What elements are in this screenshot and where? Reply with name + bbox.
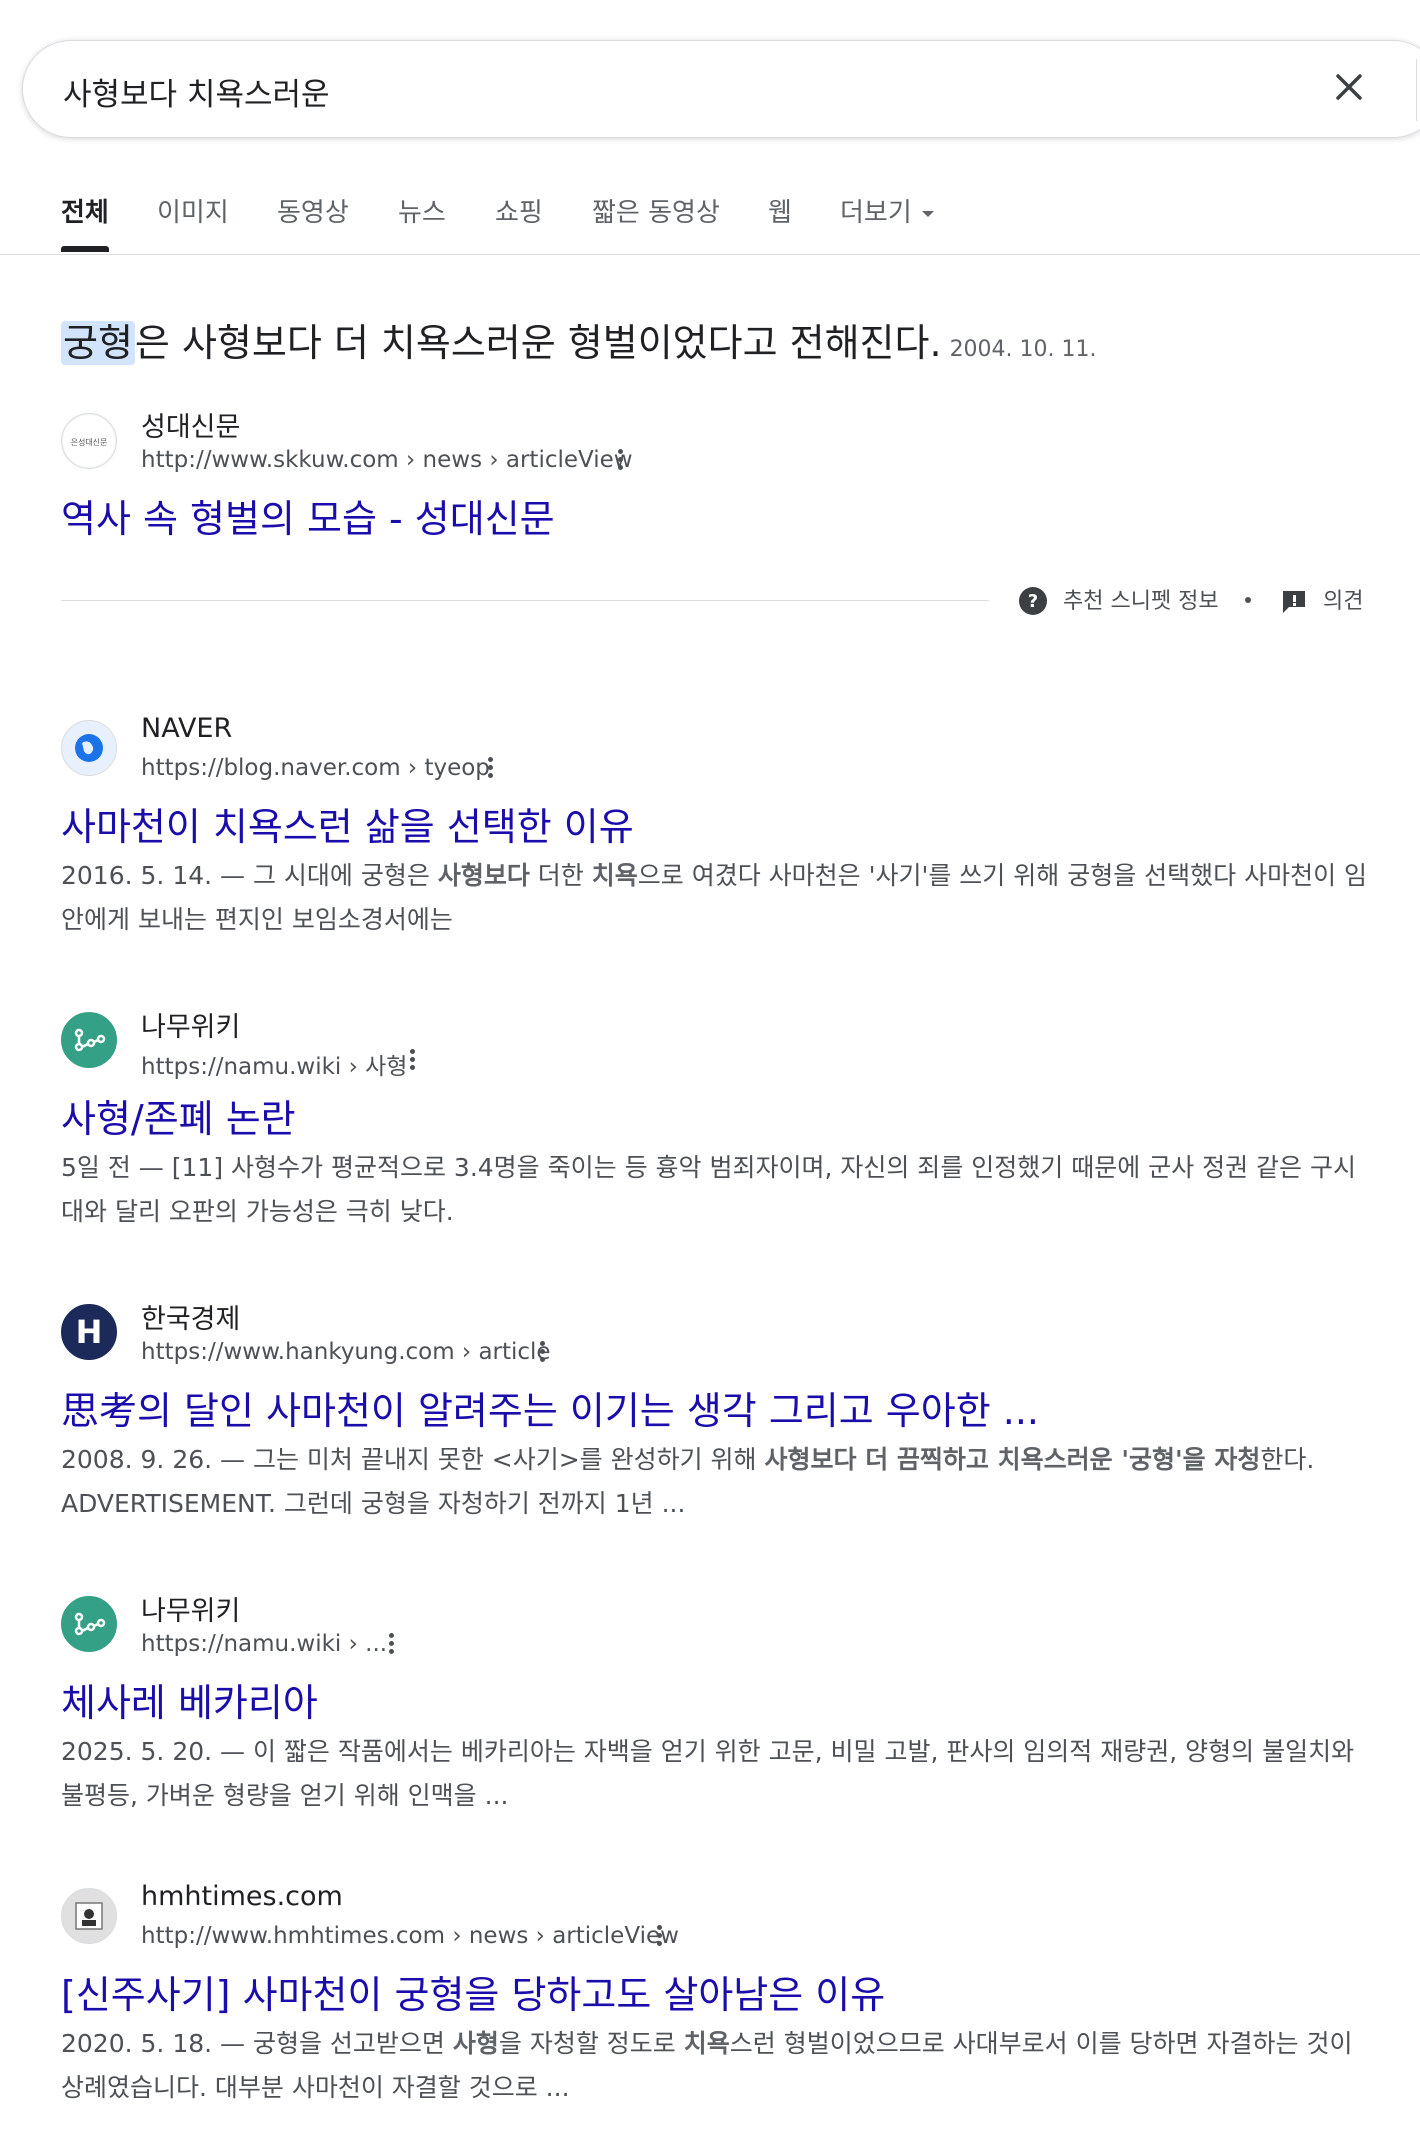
tab-images[interactable]: 이미지	[157, 192, 229, 229]
featured-snippet-answer: 궁형은 사형보다 더 치욕스러운 형벌이었다고 전해진다. 2004. 10. 1…	[61, 312, 1097, 367]
caret-down-icon	[921, 210, 934, 217]
result-date: 2025. 5. 20.	[61, 1737, 213, 1766]
featured-url[interactable]: http://www.skkuw.com › news › articleVie…	[141, 447, 633, 473]
tab-all[interactable]: 전체	[61, 192, 109, 229]
result-2-site-name: 나무위키	[141, 1012, 241, 1043]
favicon-text: 은성대신문	[71, 438, 108, 447]
featured-site-name: 성대신문	[141, 412, 241, 443]
namuwiki-logo-icon	[74, 1028, 106, 1052]
result-3-site-name: 한국경제	[141, 1304, 241, 1335]
result-2-description: 5일 전 — [11] 사형수가 평균적으로 3.4명을 죽이는 등 흉악 범죄…	[61, 1153, 1356, 1226]
feedback-icon[interactable]	[1279, 587, 1309, 617]
result-4-description: 2025. 5. 20. — 이 짧은 작품에서는 베카리아는 자백을 얻기 위…	[61, 1737, 1355, 1810]
snippet-footer: ? 추천 스니펫 정보 의견	[61, 581, 1363, 621]
more-options-icon[interactable]	[612, 446, 628, 476]
footer-divider	[61, 600, 989, 601]
result-2-url[interactable]: https://namu.wiki › 사형	[141, 1047, 407, 1081]
result-1-description: 2016. 5. 14. — 그 시대에 궁형은 사형보다 더한 치욕으로 여겼…	[61, 861, 1368, 934]
result-date: 2016. 5. 14.	[61, 861, 213, 890]
tab-videos[interactable]: 동영상	[277, 192, 349, 229]
result-1-url[interactable]: https://blog.naver.com › tyeop	[141, 755, 490, 781]
tab-web[interactable]: 웹	[768, 192, 792, 229]
result-snippet: 그 시대에 궁형은 사형보다 더한 치욕으로 여겼다 사마천은 '사기'를 쓰기…	[61, 861, 1368, 934]
skkuw-logo-icon: 은성대신문	[63, 415, 115, 467]
result-date: 2020. 5. 18.	[61, 2029, 213, 2058]
footer-separator	[1245, 597, 1251, 603]
result-5-description: 2020. 5. 18. — 궁형을 선고받으면 사형을 자청할 정도로 치욕스…	[61, 2029, 1353, 2102]
search-bar[interactable]: 사형보다 치욕스러운	[22, 40, 1420, 138]
tab-more[interactable]: 더보기	[840, 192, 934, 229]
result-5-url[interactable]: http://www.hmhtimes.com › news › article…	[141, 1923, 679, 1949]
result-snippet: 이 짧은 작품에서는 베카리아는 자백을 얻기 위한 고문, 비밀 고발, 판사…	[61, 1737, 1355, 1810]
hankyung-favicon: H	[61, 1304, 117, 1360]
more-options-icon[interactable]	[383, 1630, 399, 1660]
feedback-link[interactable]: 의견	[1323, 583, 1363, 615]
hmhtimes-favicon	[61, 1888, 117, 1944]
namuwiki-logo-icon	[74, 1612, 106, 1636]
result-3-url[interactable]: https://www.hankyung.com › article	[141, 1339, 551, 1365]
search-input[interactable]: 사형보다 치욕스러운	[63, 69, 330, 114]
result-3-description: 2008. 9. 26. — 그는 미처 끝내지 못한 <사기>를 완성하기 위…	[61, 1445, 1315, 1518]
result-snippet: 궁형을 선고받으면 사형을 자청할 정도로 치욕스런 형벌이었으므로 사대부로서…	[61, 2029, 1353, 2102]
naver-favicon	[61, 720, 117, 776]
hankyung-logo-icon: H	[76, 1313, 103, 1351]
answer-highlight: 궁형	[61, 321, 135, 365]
tab-shopping[interactable]: 쇼핑	[495, 192, 543, 229]
search-results-page: 사형보다 치욕스러운 전체 이미지 동영상 뉴스 쇼핑 짧은 동영상 웹 더보기…	[0, 0, 1420, 2156]
more-options-icon[interactable]	[534, 1338, 550, 1368]
result-1-title-link[interactable]: 사마천이 치욕스런 삶을 선택한 이유	[61, 796, 634, 851]
snippet-date: 2004. 10. 11.	[949, 337, 1097, 362]
result-3-title-link[interactable]: 思考의 달인 사마천이 알려주는 이기는 생각 그리고 우아한 ...	[61, 1380, 1039, 1435]
search-tabs: 전체 이미지 동영상 뉴스 쇼핑 짧은 동영상 웹 더보기	[0, 186, 1420, 255]
tab-short-videos[interactable]: 짧은 동영상	[592, 192, 720, 229]
result-5-title-link[interactable]: [신주사기] 사마천이 궁형을 당하고도 살아남은 이유	[61, 1964, 885, 2019]
close-icon	[1336, 74, 1362, 100]
featured-title-link[interactable]: 역사 속 형벌의 모습 - 성대신문	[61, 488, 555, 543]
more-options-icon[interactable]	[404, 1046, 420, 1076]
svg-text:?: ?	[1028, 591, 1038, 612]
active-tab-indicator	[61, 246, 109, 252]
result-5-site-name: hmhtimes.com	[141, 1881, 343, 1912]
result-snippet: [11] 사형수가 평균적으로 3.4명을 죽이는 등 흉악 범죄자이며, 자신…	[61, 1153, 1356, 1226]
result-4-site-name: 나무위키	[141, 1596, 241, 1627]
tab-more-label: 더보기	[840, 198, 912, 228]
clear-search-button[interactable]	[1323, 61, 1375, 113]
result-date: 5일 전	[61, 1153, 131, 1182]
help-icon[interactable]: ?	[1017, 585, 1049, 617]
snippet-about-link[interactable]: 추천 스니펫 정보	[1063, 583, 1219, 615]
result-snippet: 그는 미처 끝내지 못한 <사기>를 완성하기 위해 사형보다 더 끔찍하고 치…	[61, 1445, 1315, 1518]
globe-icon	[75, 734, 103, 762]
search-divider	[1416, 59, 1417, 121]
namuwiki-favicon	[61, 1596, 117, 1652]
more-options-icon[interactable]	[651, 1922, 667, 1952]
answer-text: 은 사형보다 더 치욕스러운 형벌이었다고 전해진다.	[134, 321, 942, 365]
skkuw-favicon: 은성대신문	[61, 413, 117, 469]
result-1-site-name: NAVER	[141, 713, 233, 744]
namuwiki-favicon	[61, 1012, 117, 1068]
result-date: 2008. 9. 26.	[61, 1445, 213, 1474]
tab-news[interactable]: 뉴스	[398, 192, 446, 229]
result-4-title-link[interactable]: 체사레 베카리아	[61, 1672, 318, 1727]
result-2-title-link[interactable]: 사형/존폐 논란	[61, 1088, 296, 1143]
svg-text:H: H	[76, 1313, 103, 1351]
result-4-url[interactable]: https://namu.wiki › ...	[141, 1631, 387, 1657]
more-options-icon[interactable]	[482, 754, 498, 784]
hmhtimes-logo-icon	[75, 1902, 103, 1930]
